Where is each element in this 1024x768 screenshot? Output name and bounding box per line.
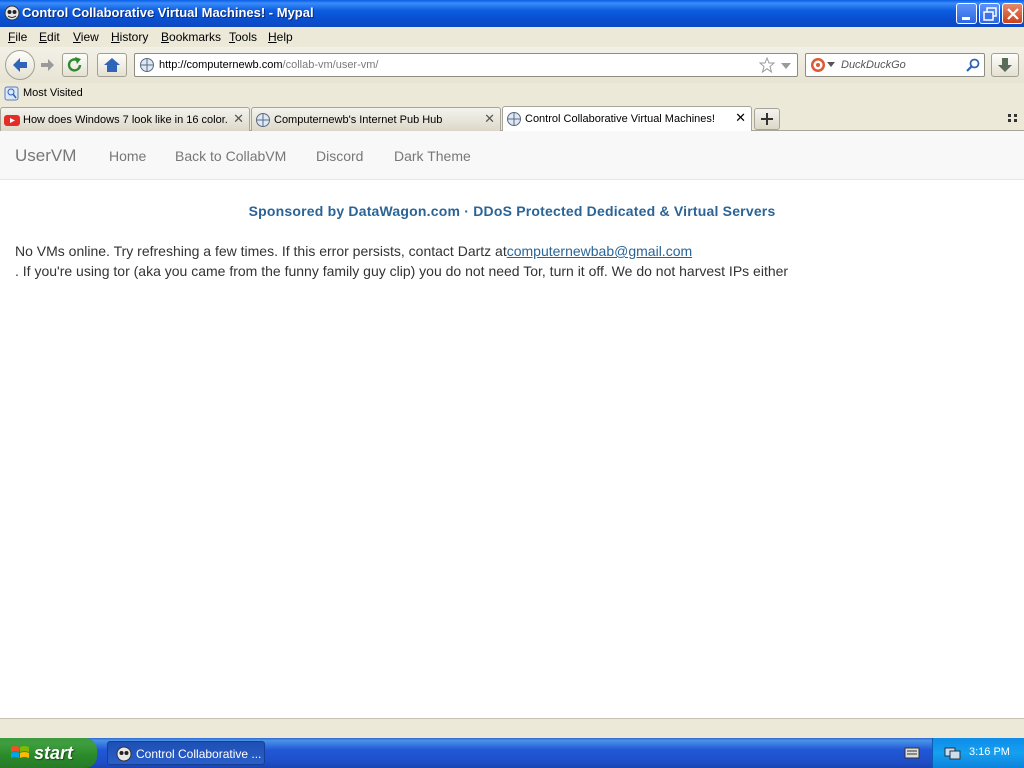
site-identity-icon [140, 58, 154, 72]
download-icon [998, 58, 1012, 72]
web-content: UserVM Home Back to CollabVM Discord Dar… [0, 131, 1024, 718]
nav-back-to-collabvm-link[interactable]: Back to CollabVM [175, 148, 286, 164]
menu-view[interactable]: View [73, 30, 99, 44]
window-title: Control Collaborative Virtual Machines! … [22, 5, 314, 20]
plus-icon [761, 113, 773, 125]
address-bar[interactable]: http://computernewb.com/collab-vm/user-v… [134, 53, 798, 77]
most-visited-bookmark[interactable]: Most Visited [4, 86, 83, 101]
taskbar: start Control Collaborative ... 3:16 PM [0, 738, 1024, 768]
menu-bookmarks[interactable]: Bookmarks [161, 30, 221, 44]
taskbar-window-button[interactable]: Control Collaborative ... [107, 741, 265, 765]
error-message-line1: No VMs online. Try refreshing a few time… [15, 243, 693, 259]
new-tab-button[interactable] [754, 108, 780, 130]
menu-tools[interactable]: Tools [229, 30, 257, 44]
restore-button[interactable] [979, 3, 1000, 24]
restore-icon [983, 7, 997, 21]
nav-home-link[interactable]: Home [109, 148, 146, 164]
search-engine-dropdown-icon[interactable] [827, 62, 835, 68]
mypal-app-icon [4, 5, 20, 21]
status-bar [0, 718, 1024, 738]
bookmarks-toolbar: Most Visited [0, 83, 1024, 105]
most-visited-icon [4, 86, 19, 101]
menu-history[interactable]: History [111, 30, 148, 44]
keyboard-icon[interactable] [904, 746, 920, 760]
tab-windows7-video[interactable]: How does Windows 7 look like in 16 color… [0, 107, 250, 131]
nav-discord-link[interactable]: Discord [316, 148, 363, 164]
forward-button[interactable] [36, 54, 58, 76]
minimize-button[interactable] [956, 3, 977, 24]
minimize-icon [962, 17, 970, 20]
tab-collabvm-active[interactable]: Control Collaborative Virtual Machines! … [502, 106, 752, 131]
globe-icon [507, 112, 521, 126]
reload-button[interactable] [62, 53, 88, 77]
arrow-right-icon [41, 59, 54, 71]
close-button[interactable] [1002, 3, 1023, 24]
globe-icon [256, 113, 270, 127]
url-text: http://computernewb.com/collab-vm/user-v… [159, 59, 379, 71]
system-tray: 3:16 PM [932, 738, 1024, 768]
search-icon[interactable] [965, 57, 981, 73]
menu-edit[interactable]: Edit [39, 30, 60, 44]
search-bar[interactable]: DuckDuckGo [805, 53, 985, 77]
navigation-toolbar: http://computernewb.com/collab-vm/user-v… [0, 47, 1024, 83]
menu-file[interactable]: File [8, 30, 27, 44]
network-icon[interactable] [943, 745, 961, 761]
tab-strip: How does Windows 7 look like in 16 color… [0, 105, 1024, 131]
back-button[interactable] [5, 50, 35, 80]
home-icon [104, 58, 120, 72]
menu-help[interactable]: Help [268, 30, 293, 44]
site-navbar: UserVM Home Back to CollabVM Discord Dar… [0, 131, 1024, 180]
sponsor-banner[interactable]: Sponsored by DataWagon.com · DDoS Protec… [0, 203, 1024, 219]
contact-email-link[interactable]: computernewbab@gmail.com [507, 243, 692, 259]
site-brand[interactable]: UserVM [15, 146, 76, 166]
menu-bar: File Edit View History Bookmarks Tools H… [0, 27, 1024, 47]
chevron-down-icon[interactable] [780, 61, 792, 71]
window-title-bar[interactable]: Control Collaborative Virtual Machines! … [0, 0, 1024, 27]
search-input[interactable]: DuckDuckGo [841, 59, 906, 71]
windows-logo-icon [11, 746, 29, 758]
nav-dark-theme-link[interactable]: Dark Theme [394, 148, 471, 164]
tab-close-icon[interactable]: ✕ [484, 111, 495, 127]
clock: 3:16 PM [969, 746, 1010, 758]
tab-internet-pub-hub[interactable]: Computernewb's Internet Pub Hub ✕ [251, 107, 501, 131]
star-bookmark-icon[interactable] [759, 57, 775, 73]
arrow-left-icon [13, 58, 27, 72]
duckduckgo-icon [811, 58, 825, 72]
mypal-app-icon [116, 746, 132, 762]
home-button[interactable] [97, 53, 127, 77]
error-message-line2: . If you're using tor (aka you came from… [15, 263, 789, 279]
close-icon [1007, 8, 1019, 20]
download-button[interactable] [991, 53, 1019, 77]
start-button[interactable]: start [0, 738, 97, 768]
reload-icon [67, 57, 82, 72]
tab-close-icon[interactable]: ✕ [233, 111, 244, 127]
tab-close-icon[interactable]: ✕ [735, 110, 746, 126]
tab-list-icon[interactable] [1006, 111, 1020, 125]
youtube-icon [4, 115, 20, 126]
